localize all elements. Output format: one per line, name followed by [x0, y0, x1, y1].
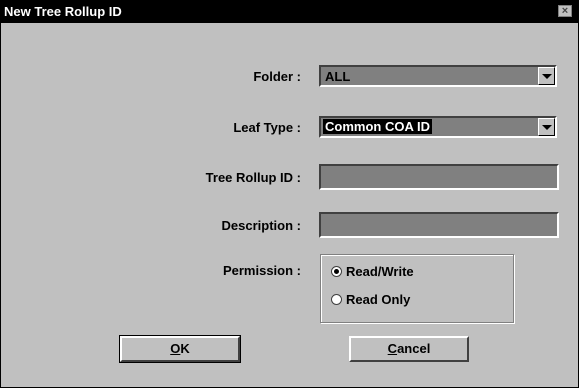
cancel-mnemonic: C: [387, 341, 398, 356]
permission-group: Read/Write Read Only: [320, 254, 514, 323]
cancel-label-rest: ancel: [397, 341, 431, 356]
new-tree-rollup-dialog: New Tree Rollup ID × Folder : ALL Leaf T…: [0, 0, 579, 388]
folder-value: ALL: [325, 69, 351, 84]
radio-selected-icon: [331, 266, 342, 277]
tree-rollup-id-label: Tree Rollup ID :: [205, 170, 301, 185]
ok-mnemonic: O: [170, 341, 181, 356]
cancel-button[interactable]: Cancel: [349, 336, 469, 362]
tree-rollup-id-field[interactable]: [319, 164, 559, 190]
title-bar[interactable]: New Tree Rollup ID ×: [1, 1, 578, 23]
radio-read-only-label: Read Only: [346, 292, 411, 307]
radio-read-write-label: Read/Write: [346, 264, 414, 279]
ok-label-rest: K: [180, 341, 190, 356]
leaf-type-dropdown-button[interactable]: [538, 118, 555, 136]
folder-select[interactable]: ALL: [319, 65, 557, 87]
leaf-type-select[interactable]: Common COA ID: [319, 116, 557, 138]
leaf-type-value: Common COA ID: [323, 119, 432, 134]
leaf-type-label: Leaf Type :: [233, 120, 301, 135]
close-button[interactable]: ×: [558, 5, 572, 17]
dialog-title: New Tree Rollup ID: [4, 4, 122, 19]
permission-label: Permission :: [222, 263, 301, 278]
radio-read-only[interactable]: Read Only: [331, 292, 410, 307]
close-icon: ×: [561, 5, 569, 17]
folder-dropdown-button[interactable]: [538, 67, 555, 85]
ok-button[interactable]: OK: [119, 335, 241, 363]
folder-label: Folder :: [253, 69, 301, 84]
radio-read-write[interactable]: Read/Write: [331, 264, 414, 279]
description-label: Description :: [221, 218, 301, 233]
chevron-down-icon: [542, 74, 552, 79]
chevron-down-icon: [542, 125, 552, 130]
description-field[interactable]: [319, 212, 559, 238]
radio-unselected-icon: [331, 294, 342, 305]
